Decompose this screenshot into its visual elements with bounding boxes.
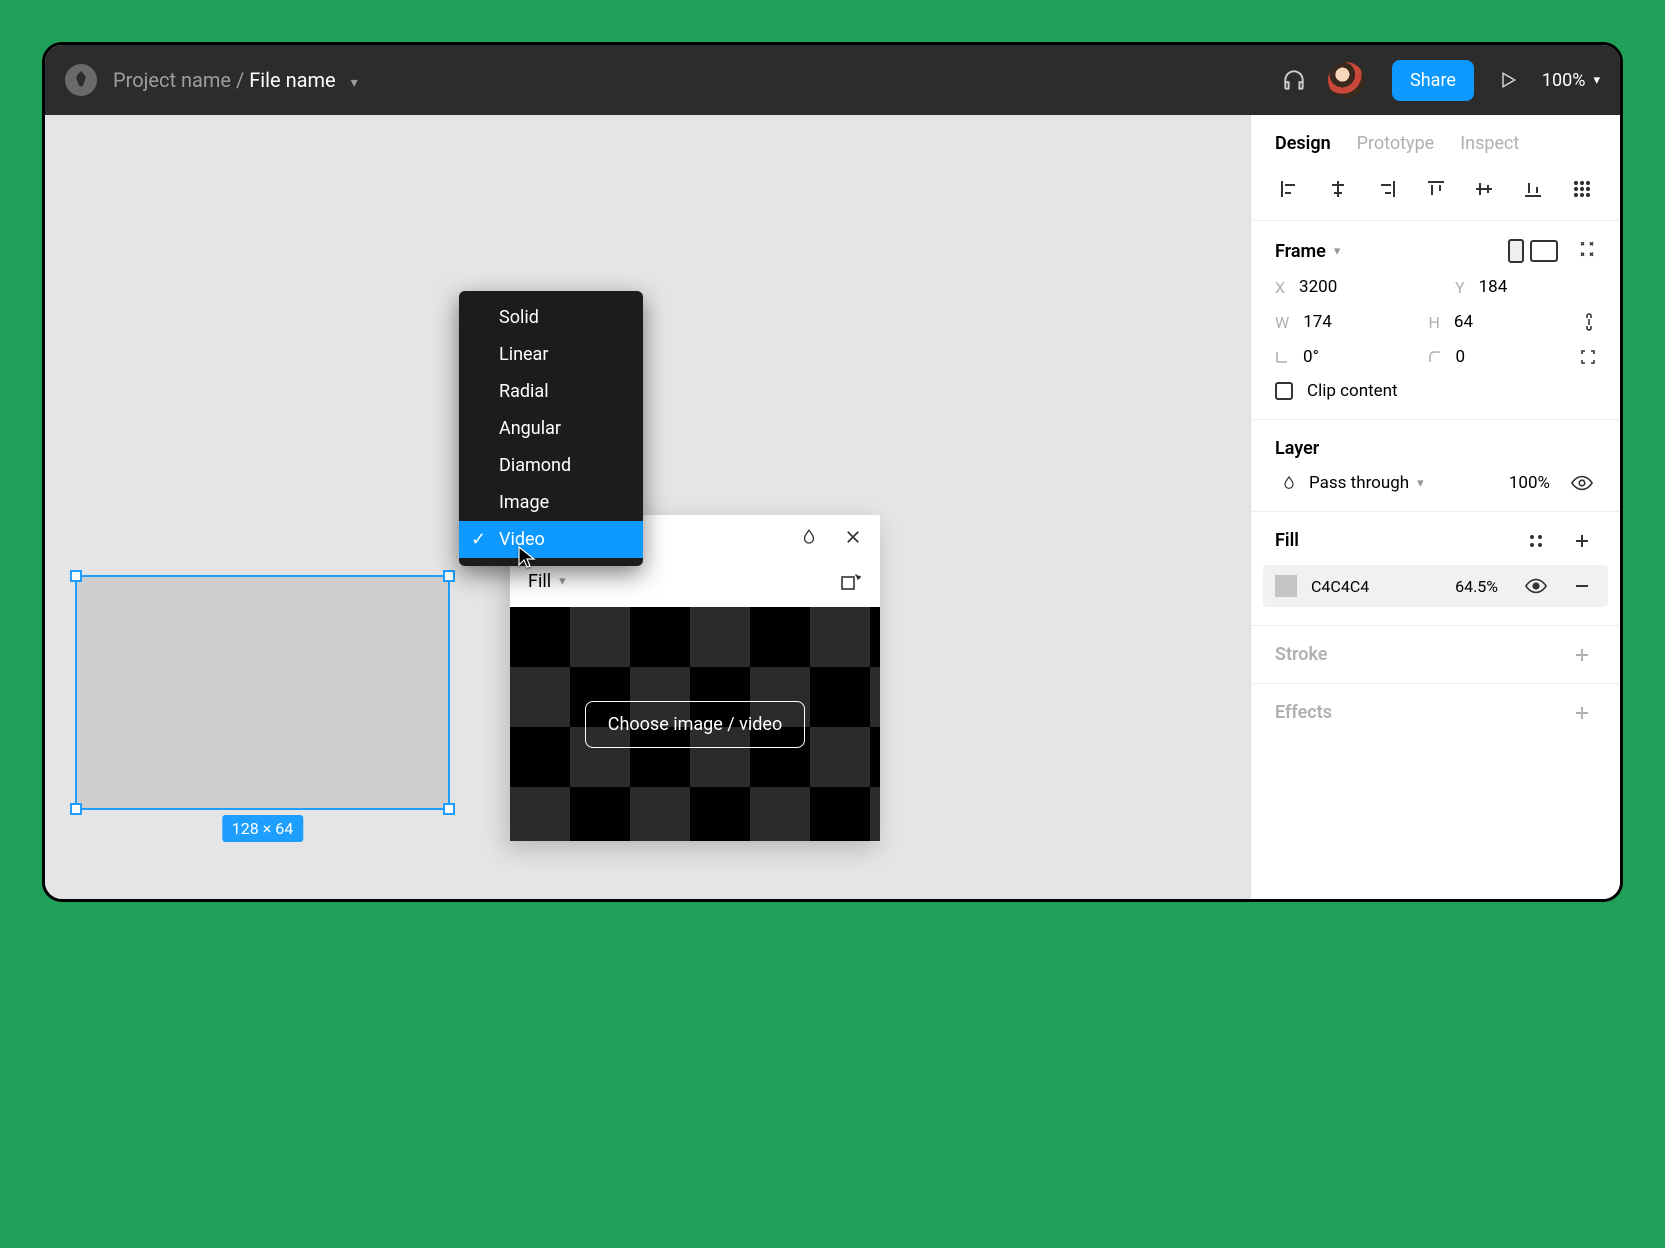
tab-design[interactable]: Design	[1275, 133, 1331, 154]
fill-type-option-linear[interactable]: Linear	[459, 336, 643, 373]
layer-opacity[interactable]: 100%	[1509, 473, 1550, 493]
zoom-value: 100%	[1542, 70, 1586, 91]
fill-type-option-diamond[interactable]: Diamond	[459, 447, 643, 484]
main: 128 × 64 Fill ▾	[45, 115, 1620, 899]
headphones-icon[interactable]	[1274, 67, 1314, 93]
check-icon: ✓	[471, 529, 486, 550]
radius-field[interactable]: 0	[1428, 347, 1541, 367]
breadcrumb[interactable]: Project name / File name ▾	[113, 68, 358, 92]
frame-label[interactable]: Frame	[1275, 241, 1326, 262]
media-preview[interactable]: Choose image / video	[510, 607, 880, 841]
stroke-section: Stroke	[1251, 626, 1620, 684]
effects-section: Effects	[1251, 684, 1620, 741]
app-logo[interactable]	[65, 64, 97, 96]
blend-mode[interactable]: Pass through	[1309, 473, 1409, 493]
rotation-field[interactable]: 0°	[1275, 347, 1388, 367]
clip-content-checkbox[interactable]	[1275, 382, 1293, 400]
project-name: Project name	[113, 68, 231, 92]
fit-icon[interactable]	[1578, 240, 1596, 263]
topbar: Project name / File name ▾ Share 100% ▾	[45, 45, 1620, 115]
play-icon[interactable]	[1488, 70, 1528, 90]
rotate-icon[interactable]	[838, 569, 862, 593]
styles-icon[interactable]	[1522, 533, 1550, 549]
eye-icon[interactable]	[1522, 578, 1550, 594]
orientation-landscape[interactable]	[1530, 240, 1558, 262]
fill-hex[interactable]: C4C4C4	[1311, 577, 1369, 596]
align-left-icon[interactable]	[1271, 172, 1308, 206]
resize-handle-bl[interactable]	[70, 803, 82, 815]
share-button[interactable]: Share	[1392, 60, 1474, 101]
add-fill-icon[interactable]	[1568, 533, 1596, 549]
distribute-icon[interactable]	[1563, 172, 1600, 206]
chevron-down-icon: ▾	[1593, 73, 1600, 88]
layer-section: Layer Pass through ▾ 100%	[1251, 420, 1620, 512]
avatar[interactable]	[1328, 62, 1364, 98]
eye-icon[interactable]	[1568, 475, 1596, 491]
fill-type-option-solid[interactable]: Solid	[459, 299, 643, 336]
properties-panel: Design Prototype Inspect Frame ▾	[1250, 115, 1620, 899]
clip-content-label: Clip content	[1307, 381, 1398, 401]
align-bottom-icon[interactable]	[1515, 172, 1552, 206]
chevron-down-icon[interactable]: ▾	[559, 574, 566, 589]
fill-type-option-image[interactable]: Image	[459, 484, 643, 521]
selected-frame[interactable]: 128 × 64	[75, 575, 450, 810]
align-top-icon[interactable]	[1417, 172, 1454, 206]
frame-section: Frame ▾ X3200 Y184 W174 H	[1251, 221, 1620, 420]
close-icon[interactable]	[844, 528, 862, 546]
align-right-icon[interactable]	[1368, 172, 1405, 206]
resize-handle-br[interactable]	[443, 803, 455, 815]
chevron-down-icon[interactable]: ▾	[351, 75, 358, 91]
app-window: Project name / File name ▾ Share 100% ▾	[42, 42, 1623, 902]
resize-handle-tr[interactable]	[443, 570, 455, 582]
chevron-down-icon[interactable]: ▾	[1417, 476, 1424, 491]
fill-section: Fill C4C4C4 64.5%	[1251, 512, 1620, 626]
file-name: File name	[249, 68, 335, 92]
droplet-icon[interactable]	[1275, 474, 1303, 492]
remove-fill-icon[interactable]	[1568, 578, 1596, 594]
align-row	[1251, 166, 1620, 221]
layer-label: Layer	[1275, 438, 1319, 459]
zoom-control[interactable]: 100% ▾	[1542, 70, 1600, 91]
x-field[interactable]: X3200	[1275, 277, 1415, 297]
canvas[interactable]: 128 × 64 Fill ▾	[45, 115, 1250, 899]
droplet-icon[interactable]	[800, 527, 818, 547]
fill-mode-label[interactable]: Fill	[528, 571, 551, 592]
angle-icon	[1275, 350, 1289, 364]
fill-type-option-video[interactable]: ✓ Video	[459, 521, 643, 558]
y-field[interactable]: Y184	[1455, 277, 1595, 297]
choose-media-button[interactable]: Choose image / video	[585, 701, 805, 748]
fill-type-dropdown: Solid Linear Radial Angular Diamond Imag…	[459, 291, 643, 566]
fill-type-option-radial[interactable]: Radial	[459, 373, 643, 410]
fill-opacity[interactable]: 64.5%	[1455, 577, 1498, 596]
add-effect-icon[interactable]	[1568, 705, 1596, 721]
chevron-down-icon[interactable]: ▾	[1334, 244, 1341, 259]
stroke-label: Stroke	[1275, 644, 1327, 665]
fill-label: Fill	[1275, 530, 1299, 551]
align-hcenter-icon[interactable]	[1320, 172, 1357, 206]
align-vcenter-icon[interactable]	[1466, 172, 1503, 206]
corner-radius-icon	[1428, 350, 1442, 364]
selection-dimensions: 128 × 64	[222, 815, 303, 842]
fill-entry[interactable]: C4C4C4 64.5%	[1263, 565, 1608, 607]
h-field[interactable]: H64	[1429, 312, 1543, 332]
independent-corners-icon[interactable]	[1580, 349, 1596, 365]
effects-label: Effects	[1275, 702, 1332, 723]
w-field[interactable]: W174	[1275, 312, 1389, 332]
fill-swatch[interactable]	[1275, 575, 1297, 597]
fill-type-option-angular[interactable]: Angular	[459, 410, 643, 447]
add-stroke-icon[interactable]	[1568, 647, 1596, 663]
panel-tabs: Design Prototype Inspect	[1251, 115, 1620, 166]
tab-prototype[interactable]: Prototype	[1357, 133, 1435, 154]
orientation-portrait[interactable]	[1508, 239, 1524, 263]
resize-handle-tl[interactable]	[70, 570, 82, 582]
tab-inspect[interactable]: Inspect	[1460, 133, 1519, 154]
link-constrain-icon[interactable]	[1582, 311, 1596, 333]
